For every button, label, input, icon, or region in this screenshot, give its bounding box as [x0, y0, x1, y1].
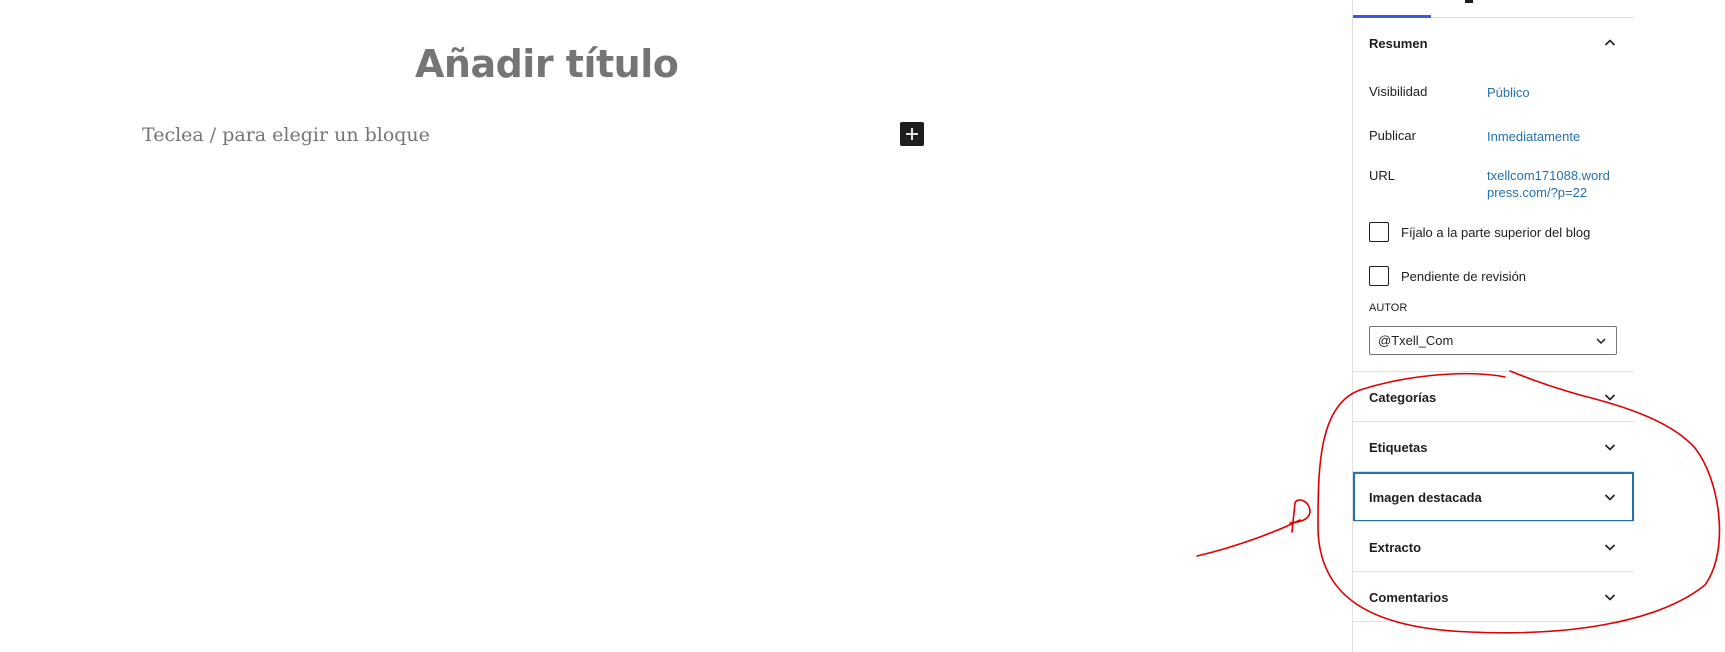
pending-review-checkbox[interactable]	[1369, 266, 1389, 286]
panel-categories[interactable]: Categorías	[1353, 372, 1634, 422]
plus-icon	[906, 128, 918, 140]
panel-excerpt[interactable]: Extracto	[1353, 522, 1634, 572]
post-title-placeholder[interactable]: Añadir título	[415, 42, 679, 86]
visibility-value[interactable]: Público	[1487, 84, 1530, 101]
panel-tags-title: Etiquetas	[1369, 439, 1428, 455]
publish-value[interactable]: Inmediatamente	[1487, 128, 1580, 145]
chevron-down-icon	[1604, 394, 1616, 401]
sidebar-tabs	[1353, 0, 1634, 18]
block-placeholder[interactable]: Teclea / para elegir un bloque	[142, 124, 430, 146]
sticky-checkbox-row[interactable]: Fíjalo a la parte superior del blog	[1369, 222, 1590, 242]
sticky-checkbox[interactable]	[1369, 222, 1389, 242]
block-inserter-button[interactable]	[900, 122, 924, 146]
chevron-up-icon	[1604, 39, 1616, 46]
author-select-value: @Txell_Com	[1378, 333, 1454, 348]
panel-summary-title: Resumen	[1369, 35, 1428, 51]
annotation-arrow-shaft	[1196, 519, 1301, 557]
annotation-arrow-head	[1289, 499, 1311, 533]
panel-summary-toggle[interactable]: Resumen	[1353, 18, 1634, 68]
url-label: URL	[1369, 168, 1396, 183]
panel-comments-title: Comentarios	[1369, 589, 1449, 605]
chevron-down-icon	[1604, 544, 1616, 551]
url-value[interactable]: txellcom171088.wordpress.com/?p=22	[1487, 167, 1617, 201]
chevron-down-icon	[1596, 337, 1606, 344]
author-select[interactable]: @Txell_Com	[1369, 326, 1617, 355]
pending-review-checkbox-row[interactable]: Pendiente de revisión	[1369, 266, 1526, 286]
pending-review-checkbox-label: Pendiente de revisión	[1401, 268, 1527, 284]
editor-window: Añadir título Teclea / para elegir un bl…	[0, 0, 1725, 652]
panel-excerpt-title: Extracto	[1369, 539, 1422, 555]
settings-sidebar: Resumen Visibilidad Público Publicar Inm…	[1352, 0, 1634, 652]
panel-featured-image-title: Imagen destacada	[1369, 489, 1482, 505]
sticky-checkbox-label: Fíjalo a la parte superior del blog	[1401, 224, 1591, 240]
panel-tags[interactable]: Etiquetas	[1353, 422, 1634, 472]
chevron-down-icon	[1604, 594, 1616, 601]
panel-categories-title: Categorías	[1369, 389, 1437, 405]
chevron-down-icon	[1604, 494, 1616, 501]
author-label: AUTOR	[1369, 302, 1408, 314]
tab-partial[interactable]	[1465, 0, 1473, 3]
publish-label: Publicar	[1369, 128, 1416, 143]
panel-comments[interactable]: Comentarios	[1353, 572, 1634, 622]
chevron-down-icon	[1604, 444, 1616, 451]
visibility-label: Visibilidad	[1369, 84, 1428, 99]
divider	[1353, 621, 1634, 622]
panel-featured-image[interactable]: Imagen destacada	[1353, 472, 1634, 522]
